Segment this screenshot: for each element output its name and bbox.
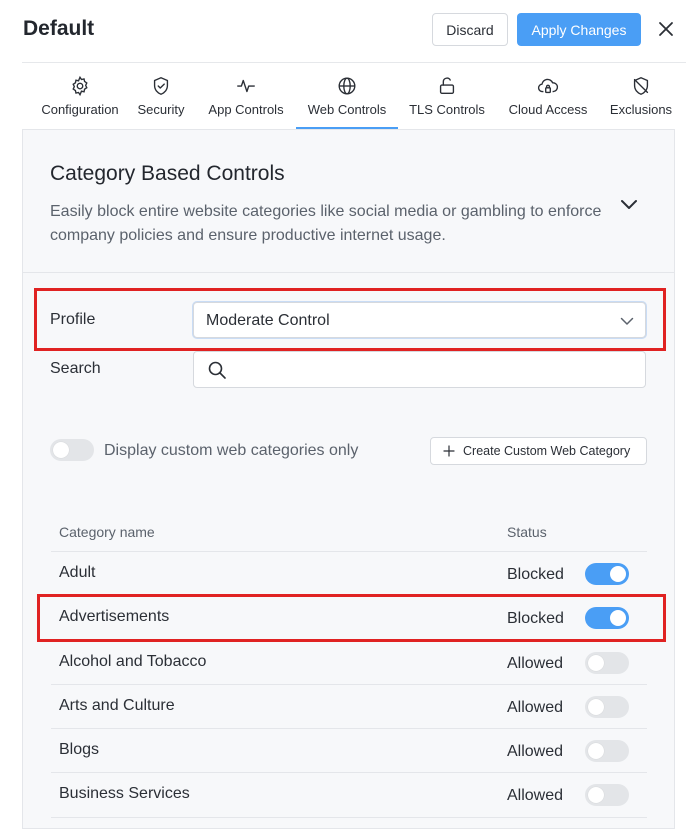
category-status: Allowed [507, 698, 564, 716]
tab-security[interactable]: Security [132, 63, 190, 129]
category-toggle[interactable] [585, 695, 629, 718]
profile-select-value: Moderate Control [206, 312, 330, 329]
create-custom-category-button[interactable]: Create Custom Web Category [430, 437, 647, 465]
close-icon[interactable] [656, 19, 676, 39]
search-icon [208, 361, 226, 379]
tab-label: Web Controls [307, 102, 387, 117]
category-status: Blocked [507, 610, 564, 628]
toggle-knob [588, 654, 604, 671]
category-status: Allowed [507, 654, 564, 672]
tab-label: Exclusions [609, 102, 673, 117]
category-name: Blogs [59, 741, 100, 759]
toggle-knob [53, 442, 69, 458]
category-toggle[interactable] [585, 740, 629, 763]
shield-off-icon [633, 77, 649, 95]
toggle-knob [610, 566, 626, 582]
custom-categories-toggle[interactable] [50, 439, 94, 461]
profile-label: Profile [50, 311, 96, 328]
category-toggle[interactable] [585, 784, 629, 807]
category-name: Business Services [59, 785, 190, 803]
activity-icon [237, 79, 255, 93]
category-name: Advertisements [59, 608, 170, 626]
unlock-icon [439, 77, 455, 95]
gear-icon [72, 75, 88, 97]
tab-configuration[interactable]: Configuration [28, 63, 132, 129]
tab-app-controls[interactable]: App Controls [202, 63, 290, 129]
tab-tls-controls[interactable]: TLS Controls [402, 63, 492, 129]
tab-exclusions[interactable]: Exclusions [608, 63, 674, 129]
tab-label: Security [137, 102, 185, 117]
table-row: Adult Blocked [51, 552, 647, 597]
category-toggle[interactable] [585, 563, 629, 585]
category-name: Arts and Culture [59, 696, 175, 714]
search-label: Search [50, 360, 101, 377]
dialog-header: Default Discard Apply Changes [0, 0, 694, 60]
category-status: Allowed [507, 743, 564, 761]
tab-web-controls[interactable]: Web Controls [296, 63, 398, 129]
globe-icon [338, 77, 356, 95]
plus-icon [443, 445, 455, 457]
discard-button[interactable]: Discard [432, 13, 508, 46]
column-header-status: Status [507, 524, 547, 540]
profile-select[interactable]: Moderate Control [193, 302, 646, 338]
apply-changes-button[interactable]: Apply Changes [517, 13, 641, 46]
table-row: Business Services Allowed [51, 773, 647, 818]
table-row: Alcohol and Tobacco Allowed [51, 641, 647, 685]
tab-label: Cloud Access [508, 102, 588, 117]
cloud-lock-icon [537, 78, 559, 94]
section-title: Category Based Controls [50, 162, 285, 185]
column-header-category: Category name [59, 524, 155, 540]
toggle-knob [588, 698, 604, 715]
category-name: Alcohol and Tobacco [59, 652, 207, 670]
web-controls-panel: Category Based Controls Easily block ent… [22, 129, 675, 829]
page-title: Default [23, 17, 95, 40]
tab-label: Configuration [41, 102, 119, 117]
shield-check-icon [153, 77, 169, 95]
create-button-label: Create Custom Web Category [463, 444, 631, 458]
chevron-down-icon[interactable] [617, 192, 641, 216]
search-input[interactable] [236, 358, 636, 382]
table-row: Blogs Allowed [51, 729, 647, 774]
chevron-down-icon [620, 317, 634, 325]
search-field[interactable] [193, 351, 646, 388]
tab-cloud-access[interactable]: Cloud Access [504, 63, 592, 129]
toggle-knob [588, 743, 604, 760]
tab-bar: Configuration Security App Controls Web … [22, 62, 686, 129]
category-status: Blocked [507, 566, 564, 583]
table-row: Arts and Culture Allowed [51, 685, 647, 730]
table-header: Category name Status [51, 510, 647, 552]
toggle-knob [610, 610, 626, 627]
category-toggle[interactable] [585, 651, 629, 674]
category-toggle[interactable] [585, 607, 629, 630]
toggle-knob [588, 787, 604, 804]
custom-categories-label: Display custom web categories only [104, 442, 359, 459]
category-status: Allowed [507, 787, 564, 805]
section-header[interactable]: Category Based Controls Easily block ent… [23, 130, 674, 273]
category-table: Category name Status Adult Blocked Adver… [51, 510, 647, 818]
section-description: Easily block entire website categories l… [50, 203, 602, 244]
table-row: Advertisements Blocked [51, 596, 647, 641]
tab-label: TLS Controls [409, 102, 485, 117]
tab-label: App Controls [208, 102, 284, 117]
category-name: Adult [59, 564, 96, 581]
